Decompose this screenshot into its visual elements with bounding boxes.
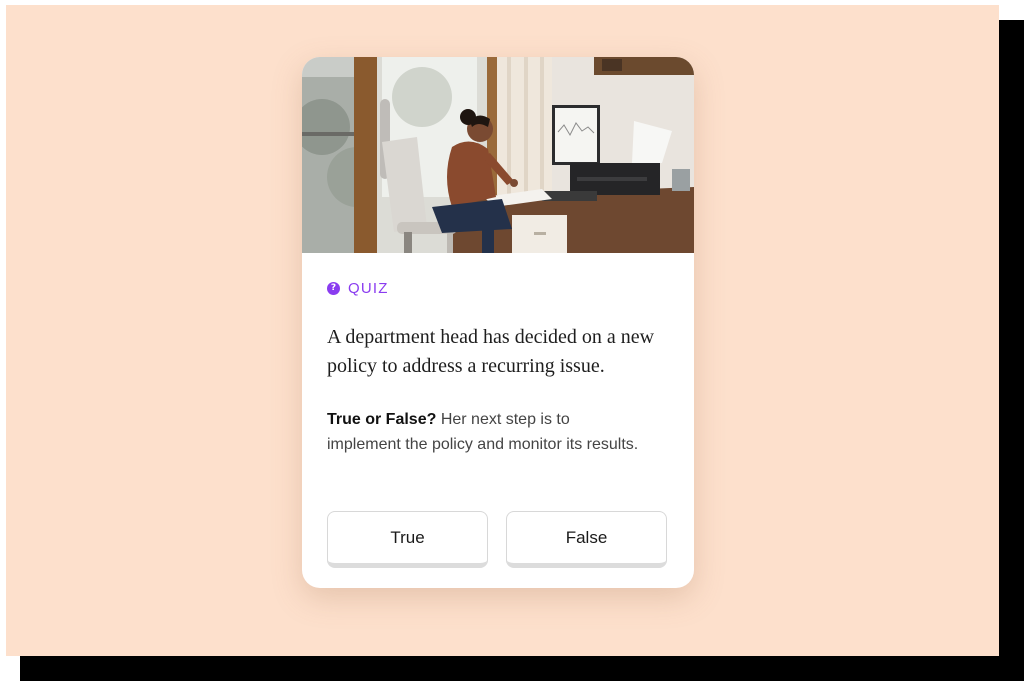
false-button[interactable]: False xyxy=(506,511,667,568)
office-photo xyxy=(302,57,694,253)
question-circle-icon: ? xyxy=(327,281,340,295)
page-background: ? QUIZ A department head has decided on … xyxy=(6,5,999,656)
quiz-badge: ? QUIZ xyxy=(327,279,389,297)
quiz-label: QUIZ xyxy=(348,279,389,297)
prompt-text: True or False? Her next step is to imple… xyxy=(327,407,647,457)
quiz-card: ? QUIZ A department head has decided on … xyxy=(302,57,694,588)
true-button[interactable]: True xyxy=(327,511,488,568)
question-text: A department head has decided on a new p… xyxy=(327,326,655,377)
prompt-lead: True or False? xyxy=(327,411,437,428)
